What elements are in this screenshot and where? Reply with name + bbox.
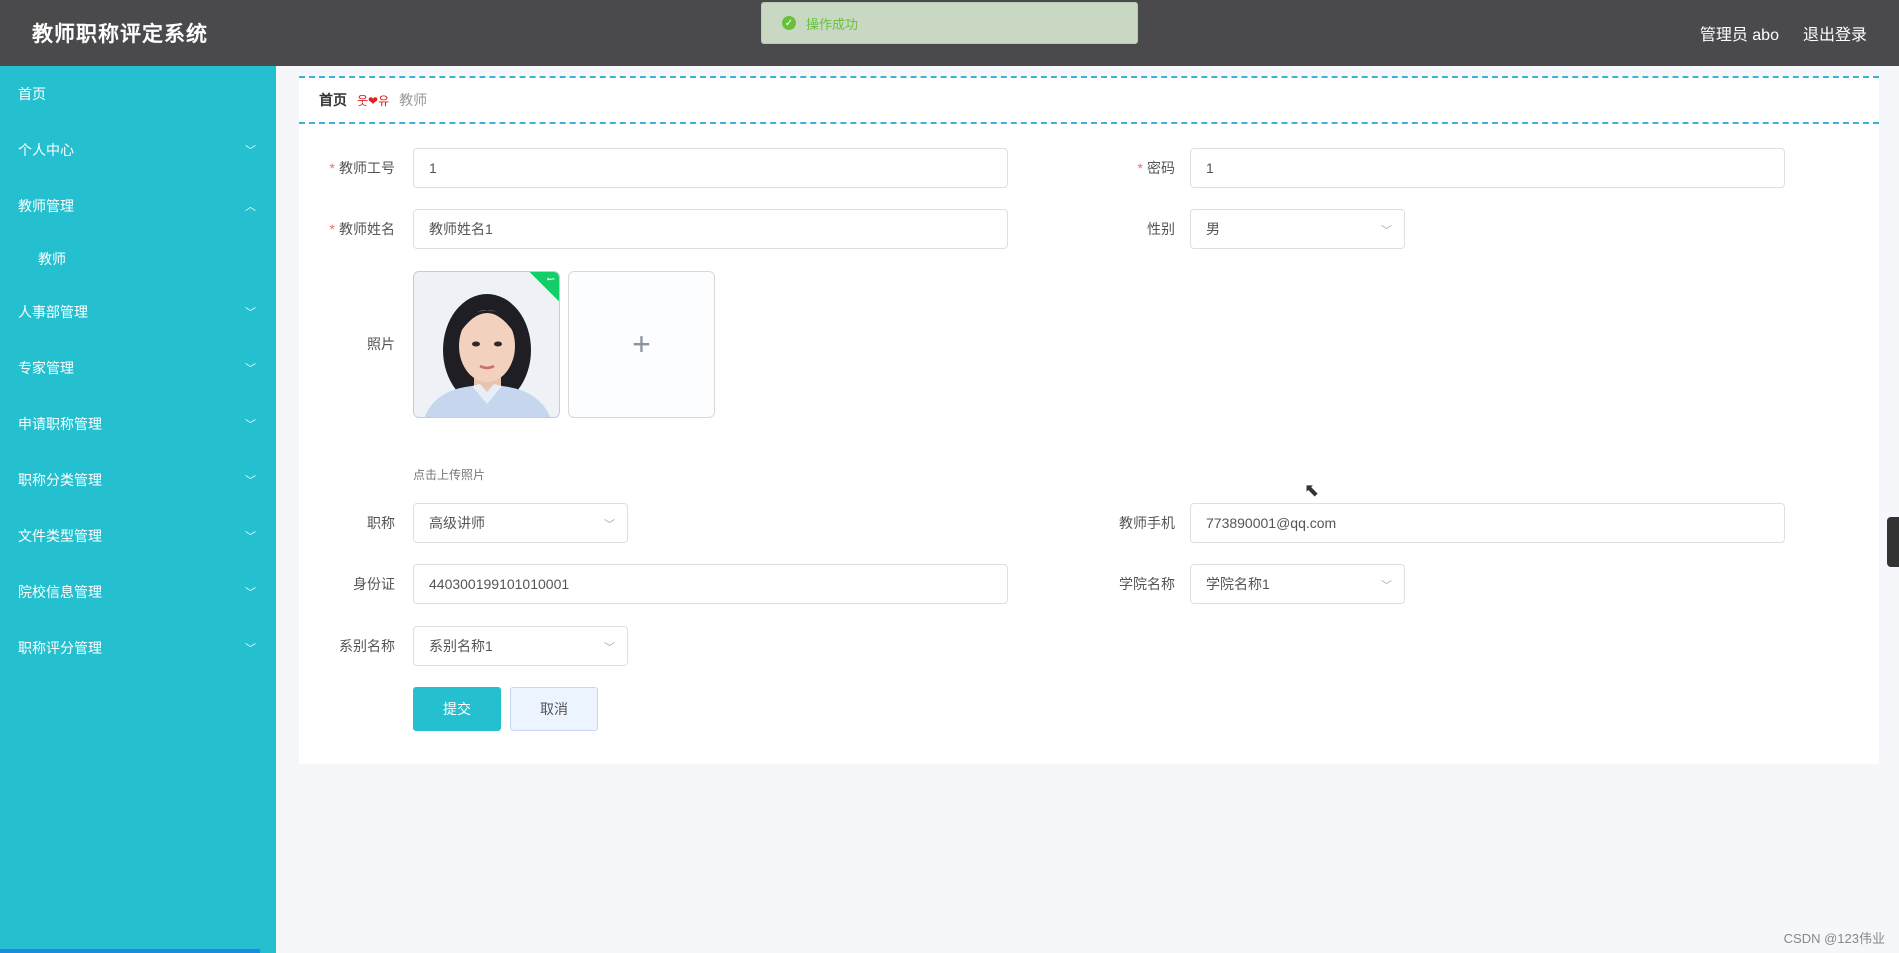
department-label: 系别名称 (339, 638, 395, 654)
id-card-label: 身份证 (353, 576, 395, 592)
sidebar-item-label: 专家管理 (18, 360, 74, 376)
password-label: * 密码 (1137, 160, 1175, 176)
chevron-down-icon: ﹀ (245, 145, 256, 157)
chevron-down-icon: ﹀ (245, 643, 256, 655)
teacher-name-input[interactable]: 教师姓名1 (413, 209, 1008, 249)
sidebar-item-title-application[interactable]: 申请职称管理 ﹀ (0, 396, 276, 452)
title-select[interactable]: 高级讲师 ﹀ (413, 503, 628, 543)
side-panel-toggle[interactable] (1887, 517, 1899, 567)
teacher-name-label: * 教师姓名 (329, 221, 395, 237)
chevron-down-icon: ﹀ (604, 519, 615, 531)
chevron-down-icon: ﹀ (245, 531, 256, 543)
sidebar-item-label: 院校信息管理 (18, 584, 102, 600)
title-value: 高级讲师 (429, 515, 485, 531)
breadcrumb-home[interactable]: 首页 (319, 90, 347, 110)
teacher-photo[interactable]: ✓ (413, 271, 560, 418)
sidebar-item-label: 文件类型管理 (18, 528, 102, 544)
breadcrumb-current: 教师 (399, 92, 428, 108)
department-value: 系别名称1 (429, 638, 493, 654)
plus-icon: + (632, 326, 651, 362)
portrait-image (414, 272, 559, 417)
sidebar-item-label: 人事部管理 (18, 304, 88, 320)
photo-upload-button[interactable]: + (568, 271, 715, 418)
sidebar-item-label: 首页 (18, 86, 46, 102)
phone-label: 教师手机 (1119, 515, 1175, 531)
chevron-down-icon: ﹀ (1381, 580, 1392, 592)
chevron-down-icon: ﹀ (245, 587, 256, 599)
chevron-down-icon: ﹀ (245, 363, 256, 375)
app-title: 教师职称评定系统 (32, 23, 208, 46)
college-label: 学院名称 (1119, 576, 1175, 592)
cancel-button[interactable]: 取消 (510, 687, 598, 731)
college-select[interactable]: 学院名称1 ﹀ (1190, 564, 1405, 604)
college-value: 学院名称1 (1206, 576, 1270, 592)
sidebar-item-title-scoring[interactable]: 职称评分管理 ﹀ (0, 620, 276, 676)
chevron-down-icon: ﹀ (245, 307, 256, 319)
form-panel: 首页 웃❤유 教师 * 教师工号 1 * 密码 1 * 教师姓名 教师姓名1 性别 男… (299, 76, 1879, 764)
current-user: 管理员 abo (1699, 27, 1779, 44)
id-card-input[interactable]: 440300199101010001 (413, 564, 1008, 604)
sidebar-item-college-info[interactable]: 院校信息管理 ﹀ (0, 564, 276, 620)
teacher-id-input[interactable]: 1 (413, 148, 1008, 188)
mouse-cursor-icon: ⬉ (1304, 480, 1320, 500)
gender-select[interactable]: 男 ﹀ (1190, 209, 1405, 249)
sidebar-item-home[interactable]: 首页 (0, 66, 276, 122)
sidebar-item-title-category[interactable]: 职称分类管理 ﹀ (0, 452, 276, 508)
chevron-up-icon: ︿ (245, 201, 256, 213)
toast-message: 操作成功 (806, 16, 859, 32)
department-select[interactable]: 系别名称1 ﹀ (413, 626, 628, 666)
gender-value: 男 (1206, 221, 1220, 237)
sidebar-item-expert-management[interactable]: 专家管理 ﹀ (0, 340, 276, 396)
header-right: 管理员 abo 退出登录 (1700, 21, 1867, 45)
main-content: 首页 웃❤유 教师 * 教师工号 1 * 密码 1 * 教师姓名 教师姓名1 性别 男… (276, 66, 1899, 953)
sidebar-scrollbar[interactable] (0, 949, 260, 953)
success-toast: ✓ 操作成功 (761, 2, 1138, 44)
sidebar-item-label: 教师管理 (18, 198, 74, 214)
title-label: 职称 (367, 515, 395, 531)
sidebar-item-label: 职称分类管理 (18, 472, 102, 488)
heart-separator-icon: 웃❤유 (357, 93, 390, 108)
sidebar-item-teacher-management[interactable]: 教师管理 ︿ (0, 178, 276, 234)
sidebar-item-personal-center[interactable]: 个人中心 ﹀ (0, 122, 276, 178)
photo-label: 照片 (367, 336, 395, 352)
chevron-down-icon: ﹀ (604, 642, 615, 654)
sidebar-item-label: 个人中心 (18, 142, 74, 158)
password-input[interactable]: 1 (1190, 148, 1785, 188)
gender-label: 性别 (1147, 221, 1175, 237)
sidebar-subitem-label: 教师 (38, 251, 66, 267)
sidebar-item-file-type[interactable]: 文件类型管理 ﹀ (0, 508, 276, 564)
teacher-id-label: * 教师工号 (329, 160, 395, 176)
sidebar-item-label: 职称评分管理 (18, 640, 102, 656)
sidebar-item-hr-management[interactable]: 人事部管理 ﹀ (0, 284, 276, 340)
chevron-down-icon: ﹀ (245, 475, 256, 487)
chevron-down-icon: ﹀ (245, 419, 256, 431)
phone-input[interactable]: 773890001@qq.com (1190, 503, 1785, 543)
submit-button[interactable]: 提交 (413, 687, 501, 731)
sidebar: 首页 个人中心 ﹀ 教师管理 ︿ 教师 人事部管理 ﹀ 专家管理 ﹀ 申请职称管… (0, 66, 276, 953)
check-circle-icon: ✓ (782, 16, 796, 30)
breadcrumb: 首页 웃❤유 教师 (299, 76, 1879, 124)
sidebar-item-label: 申请职称管理 (18, 416, 102, 432)
photo-upload-hint: 点击上传照片 (413, 468, 486, 482)
chevron-down-icon: ﹀ (1381, 225, 1392, 237)
sidebar-subitem-teacher[interactable]: 教师 (0, 234, 276, 284)
logout-link[interactable]: 退出登录 (1803, 21, 1867, 45)
watermark: CSDN @123伟业 (1783, 931, 1885, 946)
